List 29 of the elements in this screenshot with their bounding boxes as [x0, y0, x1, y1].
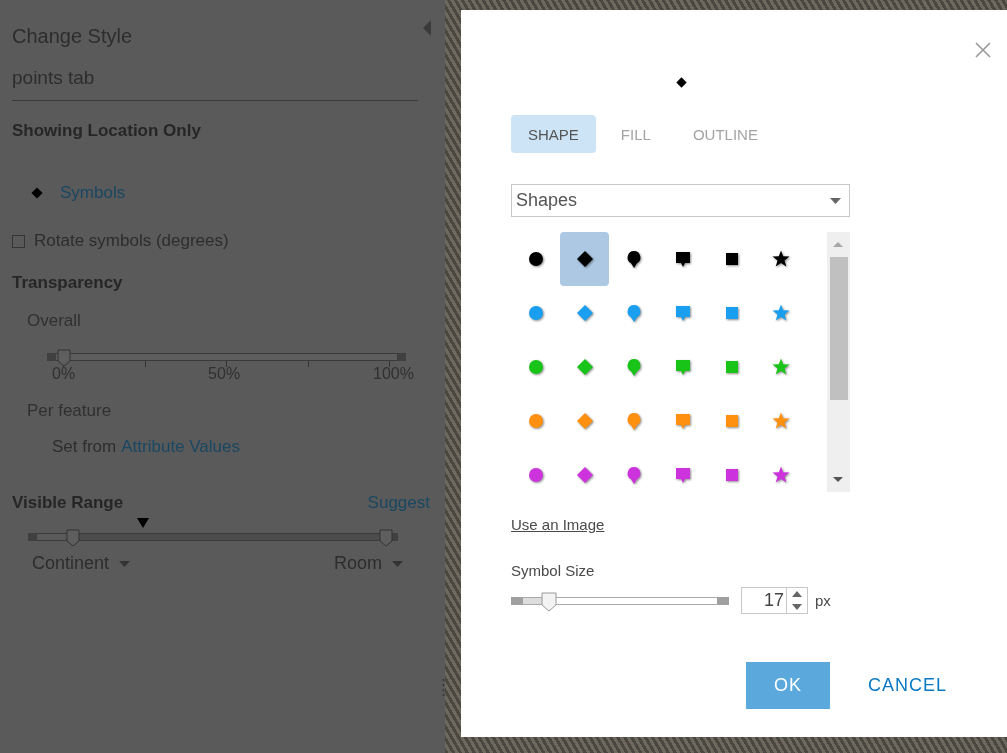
number-field[interactable]: 17: [741, 587, 808, 614]
scrollbar[interactable]: [827, 232, 850, 492]
tab[interactable]: OUTLINE: [675, 115, 775, 153]
tab[interactable]: FILL: [603, 115, 668, 153]
preview-diamond-icon: [674, 76, 688, 89]
ok-button[interactable]: OK: [746, 662, 830, 709]
caret-icon: [830, 197, 841, 204]
close-icon[interactable]: [975, 42, 991, 58]
suggest-link[interactable]: Suggest: [367, 493, 430, 513]
unit-label: px: [815, 592, 831, 609]
checkbox[interactable]: [12, 234, 25, 248]
symbols-link[interactable]: Symbols: [60, 183, 126, 203]
cancel-button[interactable]: CANCEL: [868, 675, 948, 696]
spin-down-icon[interactable]: [792, 603, 802, 610]
caret-icon: [119, 560, 131, 567]
use-image-link[interactable]: Use an Image: [511, 516, 605, 533]
tab[interactable]: SHAPE: [511, 115, 596, 153]
slider-thumb[interactable]: [57, 349, 71, 367]
dropdown[interactable]: Shapes: [511, 184, 850, 217]
symbol-size-label: Symbol Size: [511, 562, 596, 579]
caret-icon: [392, 560, 403, 567]
symbol-option[interactable]: [560, 232, 609, 286]
range-thumb[interactable]: [66, 529, 81, 547]
collapse-icon[interactable]: [423, 20, 433, 36]
range-thumb[interactable]: [378, 529, 393, 547]
slider-thumb[interactable]: [540, 591, 557, 612]
attribute-values-link[interactable]: Attribute Values: [121, 437, 240, 457]
diamond-icon: [30, 186, 44, 200]
spin-up-icon[interactable]: [792, 591, 802, 598]
